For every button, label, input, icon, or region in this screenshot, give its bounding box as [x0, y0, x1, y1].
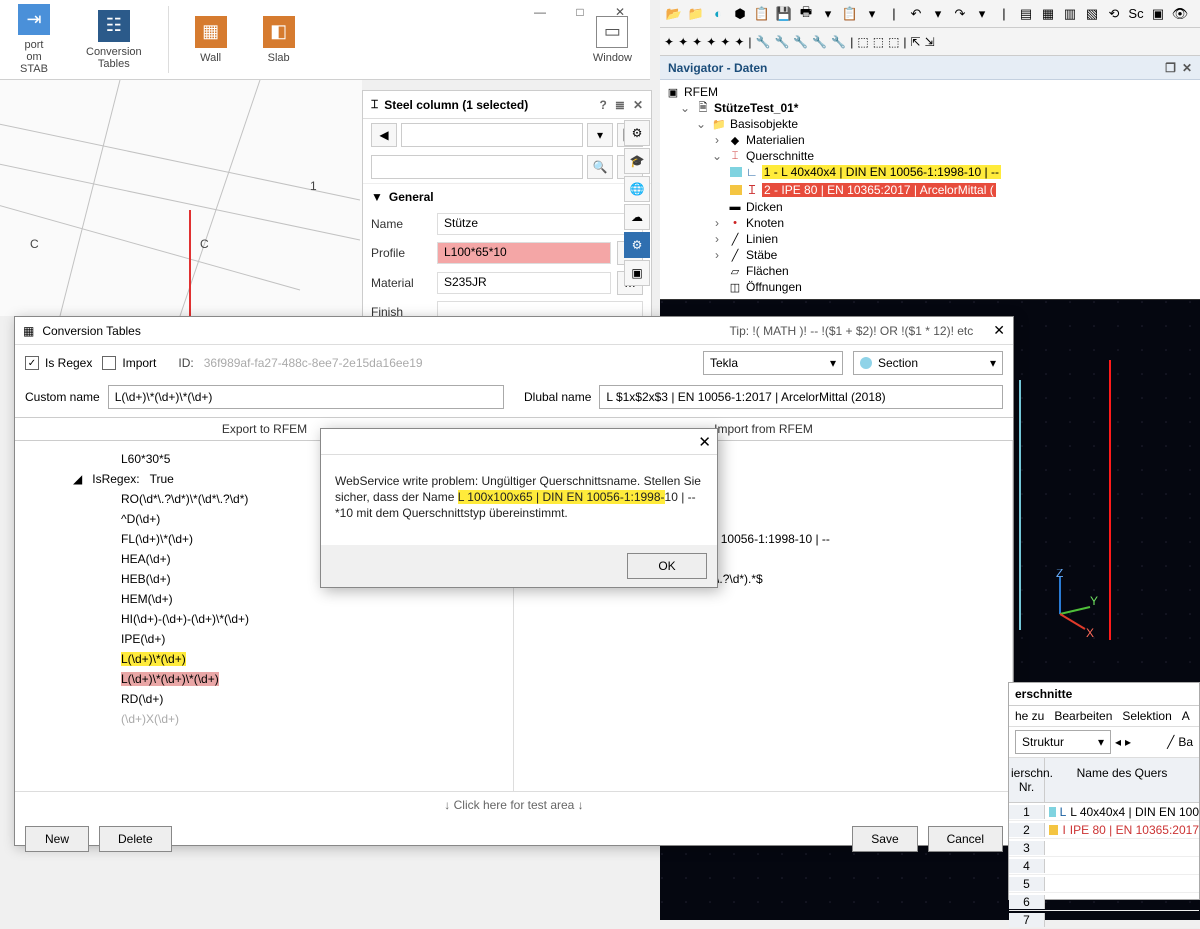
test-area-toggle[interactable]: ↓ Click here for test area ↓ — [15, 791, 1013, 818]
search-icon[interactable]: 🔍 — [587, 155, 613, 179]
ribbon-slab[interactable]: ◧ Slab — [245, 0, 313, 79]
svg-text:X: X — [1086, 626, 1094, 639]
axis-gizmo: Z Y X — [1030, 569, 1100, 639]
list-icon[interactable]: ≣ — [615, 98, 625, 112]
ribbon-conversion-tables[interactable]: ☷ Conversion Tables — [68, 0, 160, 79]
ok-button[interactable]: OK — [627, 553, 707, 579]
table-row[interactable]: 3 — [1009, 839, 1199, 857]
table-row[interactable]: 2IIPE 80 | EN 10365:2017 — [1009, 821, 1199, 839]
svg-text:C: C — [200, 237, 209, 251]
panel-close-icon[interactable]: ✕ — [633, 98, 643, 112]
panel-title: Steel column (1 selected) — [384, 98, 528, 112]
regex-row-highlight-red: L(\d+)\*(\d+)\*(\d+) — [121, 672, 219, 686]
wall-icon: ▦ — [195, 16, 227, 48]
cross-sections-panel: erschnitte he zuBearbeitenSelektionA Str… — [1008, 682, 1200, 900]
minimize-button[interactable]: ― — [520, 0, 560, 24]
dialog-text: WebService write problem: Ungültiger Que… — [321, 455, 717, 545]
window-controls: ― □ ✕ — [520, 0, 640, 24]
isregex-checkbox[interactable]: ✓Is Regex — [25, 356, 92, 370]
material-field[interactable]: S235JR — [437, 272, 611, 294]
side-toolbar: ⚙ 🎓 🌐 ☁ ⚙ ▣ — [624, 120, 650, 286]
profile-field[interactable]: L100*65*10 — [437, 242, 611, 264]
ribbon-import-rstab[interactable]: ⇥ port om STAB — [0, 0, 68, 79]
column-icon: ⌶ — [371, 97, 378, 112]
save-button[interactable]: Save — [852, 826, 917, 852]
help-icon[interactable]: ? — [600, 98, 607, 112]
close-button[interactable]: ✕ — [600, 0, 640, 24]
cube-icon[interactable]: ▣ — [624, 260, 650, 286]
rfem-toolbar-1[interactable]: 📂📁◐⬢📋💾🖶▾📋▾|↶▾↷▾|▤▦▥▧⟲Sc▣👁 — [660, 0, 1200, 28]
edu-icon[interactable]: 🎓 — [624, 148, 650, 174]
dialog-close-icon[interactable]: ✕ — [698, 433, 711, 451]
name-field[interactable]: Stütze — [437, 213, 643, 235]
svg-text:1: 1 — [310, 179, 317, 193]
svg-text:C: C — [30, 237, 39, 251]
struktur-select[interactable]: Struktur▾ — [1015, 730, 1111, 754]
window-title: Conversion Tables — [42, 324, 141, 338]
table-row[interactable]: 7 — [1009, 911, 1199, 929]
gear-icon[interactable]: ⚙ — [624, 232, 650, 258]
conv-close-icon[interactable]: ✕ — [993, 322, 1005, 339]
general-heading: General — [389, 190, 434, 204]
maximize-button[interactable]: □ — [560, 0, 600, 24]
selection-dropdown[interactable] — [401, 123, 583, 147]
table-row[interactable]: 5 — [1009, 875, 1199, 893]
ribbon-wall[interactable]: ▦ Wall — [177, 0, 245, 79]
model-canvas[interactable]: C C 1 — [0, 80, 362, 316]
slab-icon: ◧ — [263, 16, 295, 48]
tree-qs-2[interactable]: 2 - IPE 80 | EN 10365:2017 | ArcelorMitt… — [762, 183, 996, 197]
cancel-button[interactable]: Cancel — [928, 826, 1003, 852]
table-row[interactable]: 1LL 40x40x4 | DIN EN 100 — [1009, 803, 1199, 821]
table-row[interactable]: 4 — [1009, 857, 1199, 875]
navigator-tree[interactable]: ▣RFEM ⌄🗎StützeTest_01* ⌄📁Basisobjekte ›◆… — [660, 80, 1200, 299]
cloud-icon[interactable]: ☁ — [624, 204, 650, 230]
table-row[interactable]: 6 — [1009, 893, 1199, 911]
chevron-down-icon[interactable]: ▾ — [587, 123, 613, 147]
new-button[interactable]: New — [25, 826, 89, 852]
custom-name-input[interactable] — [108, 385, 504, 409]
tree-qs-1[interactable]: 1 - L 40x40x4 | DIN EN 10056-1:1998-10 |… — [762, 165, 1001, 179]
import-checkbox[interactable]: Import — [102, 356, 156, 370]
regex-row-highlight-yellow: L(\d+)\*(\d+) — [121, 652, 186, 666]
cross-sections-table[interactable]: ierschn. Nr.Name des Quers 1LL 40x40x4 |… — [1009, 758, 1199, 929]
category-select[interactable]: Section▾ — [853, 351, 1003, 375]
nav-prev-icon[interactable]: ◂ — [1115, 735, 1121, 749]
settings2-icon[interactable]: ⚙ — [624, 120, 650, 146]
nav-close-icon[interactable]: ✕ — [1182, 61, 1192, 75]
tables-icon: ☷ — [98, 10, 130, 42]
pin-icon[interactable]: ❐ — [1165, 61, 1176, 75]
import-icon: ⇥ — [18, 4, 50, 35]
nav-next-icon[interactable]: ▸ — [1125, 735, 1131, 749]
error-dialog: ✕ WebService write problem: Ungültiger Q… — [320, 428, 718, 588]
app-icon: ▦ — [23, 324, 34, 338]
svg-text:Y: Y — [1090, 594, 1098, 608]
id-value: 36f989af-fa27-488c-8ee7-2e15da16ee19 — [204, 356, 423, 370]
panel-search-input[interactable] — [371, 155, 583, 179]
tip-text: Tip: !( MATH )! -- !($1 + $2)! OR !($1 *… — [730, 324, 974, 338]
rfem-toolbar-2[interactable]: ✦✦✦✦✦✦|🔧🔧🔧🔧🔧|⬚⬚⬚|⇱⇲ — [660, 28, 1200, 56]
navigator-header: Navigator - Daten ❐✕ — [660, 56, 1200, 80]
svg-text:Z: Z — [1056, 569, 1063, 580]
nav-back-button[interactable]: ◀ — [371, 123, 397, 147]
delete-button[interactable]: Delete — [99, 826, 172, 852]
type-select[interactable]: Tekla▾ — [703, 351, 843, 375]
globe-icon[interactable]: 🌐 — [624, 176, 650, 202]
dlubal-name-input[interactable] — [599, 385, 1003, 409]
